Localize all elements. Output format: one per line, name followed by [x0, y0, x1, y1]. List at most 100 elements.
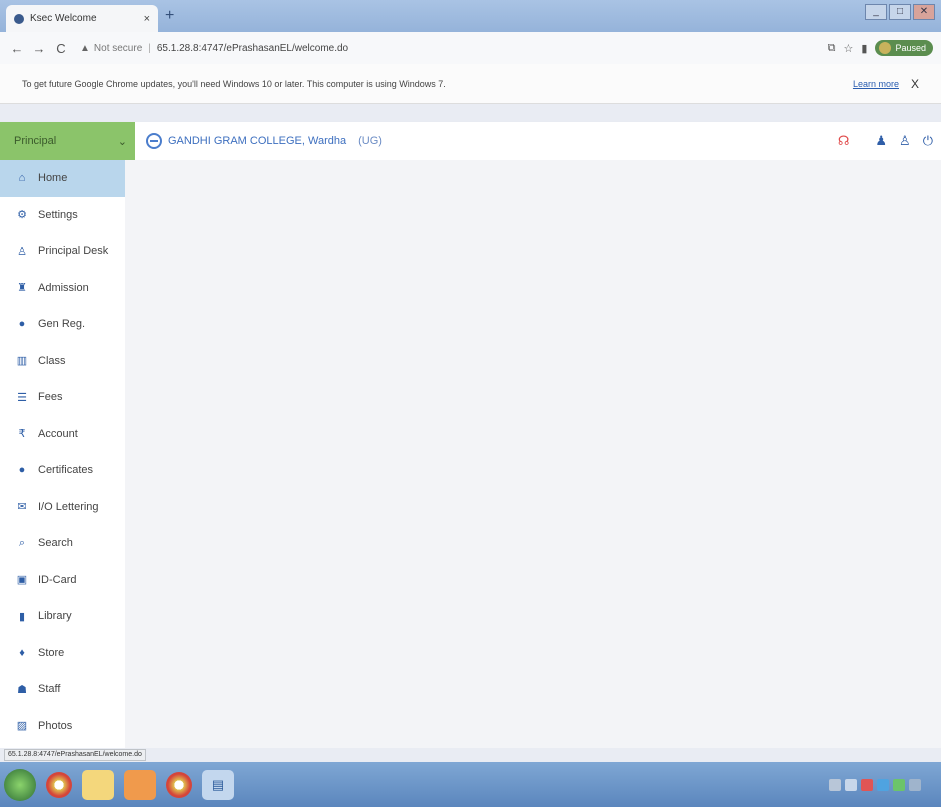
forward-icon[interactable]: →	[30, 41, 48, 56]
side-panel-icon[interactable]: ▮	[861, 42, 867, 55]
user-profile-icon[interactable]: ♙	[899, 133, 911, 149]
graduation-cap-icon: ♜	[17, 282, 27, 295]
sidebar-item-id-card[interactable]: ▣ ID-Card	[0, 562, 125, 599]
sidebar-item-label: Staff	[38, 683, 61, 696]
sidebar-item-photos[interactable]: ▨ Photos	[0, 708, 125, 745]
image-icon: ▨	[16, 720, 28, 733]
sidebar-item-label: Photos	[38, 719, 73, 732]
sidebar-item-label: ID-Card	[38, 573, 77, 586]
security-label[interactable]: Not secure	[94, 43, 142, 54]
book-icon: ▮	[18, 610, 26, 623]
college-brand[interactable]: GANDHI GRAM COLLEGE, Wardha (UG)	[146, 122, 382, 160]
tray-icon[interactable]	[909, 778, 921, 791]
profile-status: Paused	[895, 43, 926, 53]
sidebar-item-admission[interactable]: ♜ Admission	[0, 270, 125, 307]
header-icons: ☊ ♟ ♙ ⏻	[838, 122, 933, 160]
tab-close-icon[interactable]: ×	[144, 13, 150, 25]
power-icon[interactable]: ⏻	[923, 133, 933, 149]
share-icon[interactable]: ⧉	[828, 42, 836, 55]
tray-icon[interactable]	[845, 778, 857, 791]
media-player-taskbar-icon[interactable]	[124, 769, 156, 800]
start-button[interactable]	[4, 768, 36, 801]
home-icon: ⌂	[18, 172, 26, 185]
sidebar: ⌂ Home ⚙ Settings ♙ Principal Desk ♜ Adm…	[0, 160, 125, 748]
maximize-button[interactable]: □	[889, 4, 911, 20]
tray-icon[interactable]	[893, 778, 905, 791]
staff-icon: ☗	[17, 683, 27, 696]
sidebar-item-search[interactable]: ⌕ Search	[0, 525, 125, 562]
site-favicon-icon	[14, 13, 24, 24]
infobar-message: To get future Google Chrome updates, you…	[22, 78, 446, 89]
app-header: Principal ⌄ GANDHI GRAM COLLEGE, Wardha …	[0, 122, 941, 160]
sidebar-item-class[interactable]: ▥ Class	[0, 343, 125, 380]
update-infobar: To get future Google Chrome updates, you…	[0, 64, 941, 104]
back-icon[interactable]: ←	[8, 41, 26, 56]
new-tab-button[interactable]: +	[165, 7, 174, 25]
folder-taskbar-icon[interactable]	[82, 769, 114, 800]
chrome-taskbar-icon[interactable]	[46, 771, 72, 798]
reload-icon[interactable]: C	[52, 41, 70, 56]
chevron-down-icon: ⌄	[117, 135, 127, 148]
url-text[interactable]: 65.1.28.8:4747/ePrashasanEL/welcome.do	[157, 43, 348, 54]
sidebar-item-label: Gen Reg.	[38, 318, 86, 331]
window-close-button[interactable]: ✕	[913, 4, 935, 20]
sidebar-item-staff[interactable]: ☗ Staff	[0, 671, 125, 708]
sidebar-item-label: Search	[38, 537, 73, 550]
profile-button[interactable]: Paused	[875, 40, 933, 56]
url-separator: |	[148, 42, 151, 54]
sidebar-item-store[interactable]: ♦ Store	[0, 635, 125, 672]
sidebar-item-settings[interactable]: ⚙ Settings	[0, 197, 125, 234]
user-icon: ♙	[17, 245, 27, 258]
sidebar-item-label: Account	[38, 427, 78, 440]
headset-icon[interactable]: ☊	[838, 133, 850, 149]
sidebar-item-gen-reg[interactable]: ● Gen Reg.	[0, 306, 125, 343]
college-logo-icon	[146, 133, 162, 149]
notifications-icon[interactable]: ♟	[875, 133, 887, 149]
window-controls: _ □ ✕	[865, 4, 935, 20]
url-field[interactable]: ▲ Not secure | 65.1.28.8:4747/ePrashasan…	[80, 37, 828, 59]
browser-tab-strip: Ksec Welcome × + _ □ ✕	[0, 0, 941, 32]
certificate-icon: ●	[18, 464, 26, 477]
sidebar-item-account[interactable]: ₹ Account	[0, 416, 125, 453]
sidebar-item-label: Certificates	[38, 464, 94, 477]
learn-more-link[interactable]: Learn more	[853, 79, 899, 89]
sidebar-item-certificates[interactable]: ● Certificates	[0, 452, 125, 489]
college-type: (UG)	[358, 135, 382, 147]
building-icon: ▥	[16, 355, 28, 368]
sidebar-item-label: Class	[38, 354, 66, 367]
college-name: GANDHI GRAM COLLEGE, Wardha	[168, 135, 347, 147]
sidebar-item-principal-desk[interactable]: ♙ Principal Desk	[0, 233, 125, 270]
id-card-icon: ▣	[16, 574, 28, 587]
sidebar-item-home[interactable]: ⌂ Home	[0, 160, 125, 197]
tray-icon[interactable]	[877, 778, 889, 791]
tray-icon[interactable]	[829, 778, 841, 791]
info-icon: ●	[18, 318, 26, 331]
minimize-button[interactable]: _	[865, 4, 887, 20]
status-url: 65.1.28.8:4747/ePrashasanEL/welcome.do	[4, 749, 146, 761]
search-icon: ⌕	[18, 536, 26, 549]
sidebar-item-label: I/O Lettering	[38, 500, 99, 513]
role-selector[interactable]: Principal ⌄	[0, 122, 135, 160]
tray-icon[interactable]	[861, 778, 873, 791]
sidebar-item-label: Home	[38, 172, 68, 185]
sidebar-item-label: Store	[38, 646, 65, 659]
address-bar: ← → C ▲ Not secure | 65.1.28.8:4747/ePra…	[0, 32, 941, 64]
sidebar-item-label: Fees	[38, 391, 63, 404]
bookmark-star-icon[interactable]: ☆	[844, 42, 854, 55]
sidebar-item-io-lettering[interactable]: ✉ I/O Lettering	[0, 489, 125, 526]
envelope-icon: ✉	[17, 501, 27, 514]
sidebar-item-label: Library	[38, 610, 72, 623]
list-icon: ☰	[17, 391, 27, 404]
avatar	[879, 42, 892, 54]
chrome-window-taskbar-icon[interactable]	[166, 771, 192, 798]
tab-title: Ksec Welcome	[30, 13, 97, 24]
sidebar-item-library[interactable]: ▮ Library	[0, 598, 125, 635]
browser-tab[interactable]: Ksec Welcome ×	[6, 5, 158, 32]
role-label: Principal	[14, 135, 57, 147]
main-content	[125, 160, 941, 748]
sidebar-item-label: Principal Desk	[38, 245, 109, 258]
infobar-close-icon[interactable]: X	[911, 77, 919, 91]
sidebar-item-fees[interactable]: ☰ Fees	[0, 379, 125, 416]
app-taskbar-icon[interactable]: ▤	[202, 769, 234, 800]
store-icon: ♦	[19, 646, 25, 659]
